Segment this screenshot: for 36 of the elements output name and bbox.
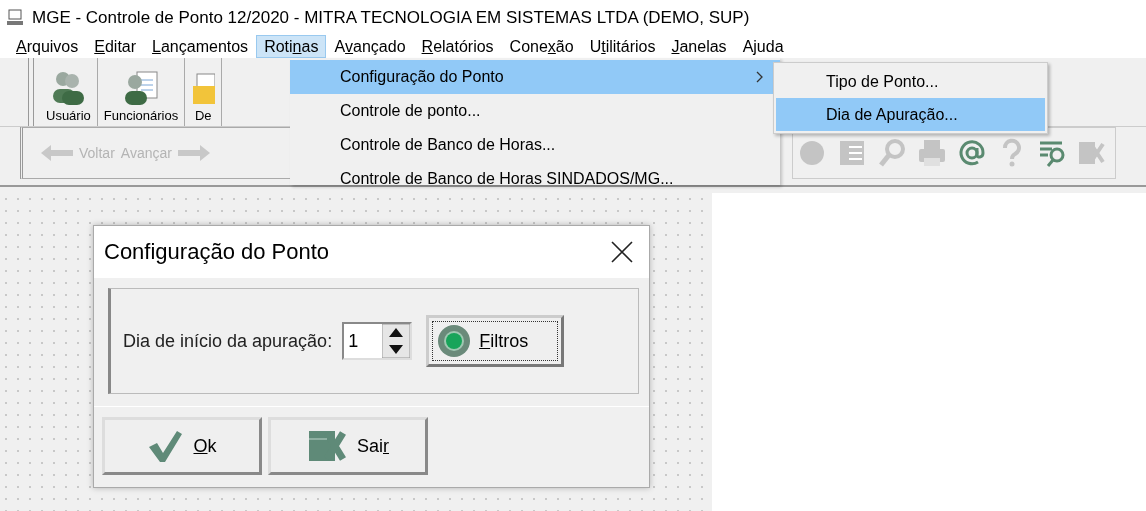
menu-bar-item[interactable]: Janelas bbox=[663, 35, 735, 58]
menu-bar-item[interactable]: Lançamentos bbox=[144, 35, 257, 58]
back-arrow-icon bbox=[41, 145, 75, 161]
forward-arrow-icon bbox=[175, 145, 210, 161]
menu-item[interactable]: Dia de Apuração... bbox=[776, 98, 1045, 131]
menu-bar-item[interactable]: Utilitários bbox=[581, 35, 664, 58]
toolbar-button[interactable]: Funcionários bbox=[97, 58, 186, 126]
day-spin-field[interactable]: 1 bbox=[342, 322, 413, 360]
menu-bar-item[interactable]: Arquivos bbox=[8, 35, 87, 58]
ok-button[interactable]: Ok bbox=[102, 417, 262, 475]
field-label: Dia de início da apuração: bbox=[123, 330, 333, 352]
menu-bar-item[interactable]: Conexão bbox=[501, 35, 582, 58]
menu-item[interactable]: Controle de Banco de Horas... bbox=[290, 128, 780, 162]
spin-arrows-icon[interactable] bbox=[382, 324, 411, 358]
dialog-title: Configuração do Ponto bbox=[104, 239, 330, 265]
menu-bar-item[interactable]: Avançado bbox=[326, 35, 414, 58]
menu-item[interactable]: Configuração do Ponto bbox=[290, 60, 780, 94]
menu-bar-item[interactable]: Rotinas bbox=[256, 35, 327, 58]
window-title: MGE - Controle de Ponto 12/2020 - MITRA TECNOLOGIA EM SISTEMAS LTDA (DEMO, SUP) bbox=[32, 7, 750, 28]
menu-bar-item[interactable]: Ajuda bbox=[734, 35, 792, 58]
menu-bar-item[interactable]: Relatórios bbox=[413, 35, 502, 58]
folder-icon bbox=[191, 70, 216, 106]
email-icon[interactable] bbox=[957, 138, 987, 168]
close-icon[interactable] bbox=[611, 241, 633, 263]
toolbar-button[interactable]: Usuário bbox=[40, 58, 98, 126]
menu-item[interactable]: Controle de Banco de Horas SINDADOS/MG... bbox=[290, 162, 780, 185]
checkmark-icon bbox=[147, 429, 184, 463]
menu-bar-item[interactable]: Editar bbox=[86, 35, 145, 58]
employee-document-icon bbox=[123, 70, 159, 106]
users-icon bbox=[50, 70, 87, 106]
computer-icon bbox=[6, 8, 24, 27]
filters-button[interactable]: Filtros bbox=[426, 315, 565, 367]
toolbar-button[interactable]: De bbox=[185, 58, 223, 126]
exit-icon bbox=[307, 429, 347, 463]
exit-button[interactable]: Sair bbox=[268, 417, 428, 475]
status-light-icon bbox=[437, 324, 472, 358]
